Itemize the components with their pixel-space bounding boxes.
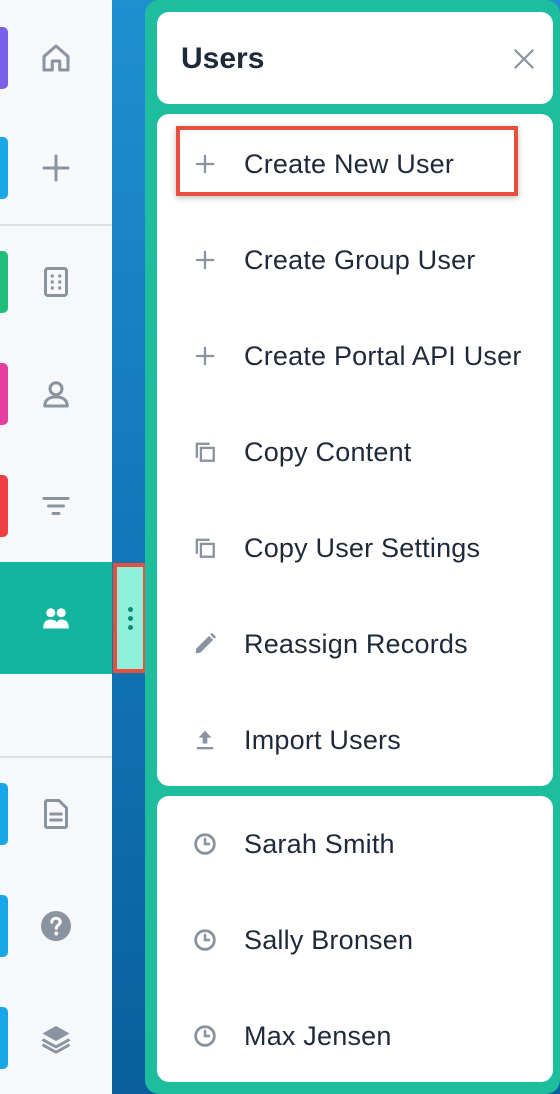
menu-item-label: Reassign Records bbox=[244, 628, 468, 659]
pencil-icon bbox=[191, 630, 219, 658]
clock-icon bbox=[191, 830, 219, 858]
sidebar-stripe bbox=[0, 363, 8, 425]
recent-user-label: Max Jensen bbox=[244, 1020, 392, 1051]
sidebar-item-help[interactable] bbox=[0, 870, 112, 982]
recent-users: Sarah Smith Sally Bronsen Max Jensen bbox=[157, 796, 553, 1082]
help-icon bbox=[41, 911, 71, 941]
clock-icon bbox=[191, 1022, 219, 1050]
menu-item-import-users[interactable]: Import Users bbox=[157, 692, 553, 788]
sidebar-item-layers[interactable] bbox=[0, 982, 112, 1094]
menu-item-label: Create Portal API User bbox=[244, 340, 522, 371]
recent-user-item[interactable]: Sally Bronsen bbox=[157, 892, 553, 988]
copy-icon bbox=[191, 534, 219, 562]
handle-dot bbox=[127, 606, 133, 612]
recent-user-item[interactable]: Sarah Smith bbox=[157, 796, 553, 892]
recent-user-label: Sally Bronsen bbox=[244, 924, 414, 955]
layers-icon bbox=[41, 1026, 71, 1054]
handle-dot bbox=[127, 615, 133, 621]
sidebar-stripe bbox=[0, 137, 8, 199]
sidebar-item-create[interactable] bbox=[0, 112, 112, 224]
sidebar-item-users[interactable] bbox=[0, 562, 112, 674]
highlight-box bbox=[176, 126, 518, 196]
sidebar-stripe bbox=[0, 27, 8, 89]
menu-item-reassign-records[interactable]: Reassign Records bbox=[157, 596, 553, 692]
sidebar-item-contacts[interactable] bbox=[0, 338, 112, 450]
sidebar-collapse-handle[interactable] bbox=[113, 563, 147, 673]
menu-item-label: Copy User Settings bbox=[244, 532, 481, 563]
upload-icon bbox=[191, 726, 219, 754]
sidebar-stripe bbox=[0, 251, 8, 313]
menu-item-label: Import Users bbox=[244, 724, 401, 755]
panel-title: Users bbox=[181, 42, 265, 75]
menu-item-label: Copy Content bbox=[244, 436, 412, 467]
menu-item-copy-content[interactable]: Copy Content bbox=[157, 404, 553, 500]
person-icon bbox=[43, 381, 69, 408]
sidebar bbox=[0, 0, 112, 1094]
filter-icon bbox=[42, 497, 70, 515]
menu-item-create-group-user[interactable]: Create Group User bbox=[157, 212, 553, 308]
menu-item-create-portal-api-user[interactable]: Create Portal API User bbox=[157, 308, 553, 404]
home-icon bbox=[42, 44, 70, 72]
recent-user-item[interactable]: Max Jensen bbox=[157, 988, 553, 1084]
close-icon[interactable] bbox=[511, 46, 537, 72]
sidebar-item-home[interactable] bbox=[0, 2, 112, 114]
sidebar-stripe bbox=[0, 475, 8, 537]
plus-icon bbox=[42, 154, 70, 182]
actions-menu: Create New User Create Group User Create… bbox=[157, 114, 553, 786]
clock-icon bbox=[191, 926, 219, 954]
users-icon bbox=[43, 608, 69, 629]
panel-header: Users bbox=[157, 12, 553, 104]
sidebar-item-documents[interactable] bbox=[0, 758, 112, 870]
recent-user-label: Sarah Smith bbox=[244, 828, 395, 859]
sidebar-stripe bbox=[0, 783, 8, 845]
menu-item-copy-user-settings[interactable]: Copy User Settings bbox=[157, 500, 553, 596]
handle-dot bbox=[127, 624, 133, 630]
plus-icon bbox=[191, 246, 219, 274]
menu-item-label: Create Group User bbox=[244, 244, 476, 275]
sidebar-item-accounts[interactable] bbox=[0, 226, 112, 338]
plus-icon bbox=[191, 342, 219, 370]
sidebar-stripe bbox=[0, 1007, 8, 1069]
copy-icon bbox=[191, 438, 219, 466]
sidebar-stripe bbox=[0, 895, 8, 957]
building-icon bbox=[44, 267, 68, 297]
sidebar-item-filters[interactable] bbox=[0, 450, 112, 562]
document-icon bbox=[44, 799, 68, 829]
